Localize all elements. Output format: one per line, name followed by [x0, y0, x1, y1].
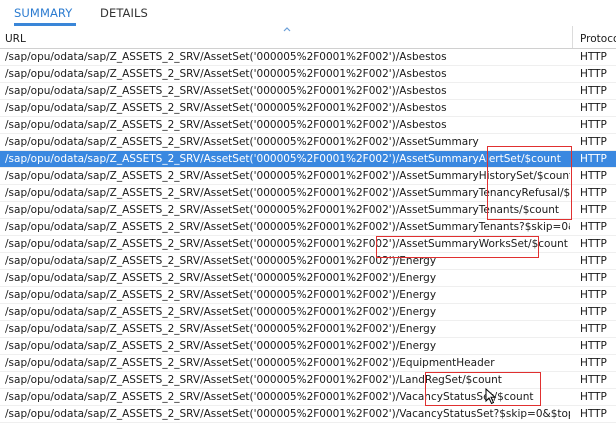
table-row[interactable]: /sap/opu/odata/sap/Z_ASSETS_2_SRV/AssetS… [0, 236, 616, 253]
protocol-cell: HTTP [580, 408, 607, 420]
url-cell: /sap/opu/odata/sap/Z_ASSETS_2_SRV/AssetS… [5, 323, 437, 335]
tab-summary[interactable]: SUMMARY [14, 0, 76, 26]
table-row[interactable]: /sap/opu/odata/sap/Z_ASSETS_2_SRV/AssetS… [0, 389, 616, 406]
protocol-cell: HTTP [580, 340, 607, 352]
table-row[interactable]: /sap/opu/odata/sap/Z_ASSETS_2_SRV/AssetS… [0, 321, 616, 338]
url-cell: /sap/opu/odata/sap/Z_ASSETS_2_SRV/AssetS… [5, 238, 568, 250]
url-cell: /sap/opu/odata/sap/Z_ASSETS_2_SRV/AssetS… [5, 102, 447, 114]
table-row[interactable]: /sap/opu/odata/sap/Z_ASSETS_2_SRV/AssetS… [0, 406, 616, 423]
url-cell: /sap/opu/odata/sap/Z_ASSETS_2_SRV/AssetS… [5, 51, 447, 63]
table-row[interactable]: /sap/opu/odata/sap/Z_ASSETS_2_SRV/AssetS… [0, 168, 616, 185]
table-row[interactable]: /sap/opu/odata/sap/Z_ASSETS_2_SRV/AssetS… [0, 117, 616, 134]
table-row[interactable]: /sap/opu/odata/sap/Z_ASSETS_2_SRV/AssetS… [0, 372, 616, 389]
mouse-pointer-icon [485, 388, 497, 405]
protocol-cell: HTTP [580, 357, 607, 369]
table-row[interactable]: /sap/opu/odata/sap/Z_ASSETS_2_SRV/AssetS… [0, 219, 616, 236]
url-cell: /sap/opu/odata/sap/Z_ASSETS_2_SRV/AssetS… [5, 289, 437, 301]
table-row[interactable]: /sap/opu/odata/sap/Z_ASSETS_2_SRV/AssetS… [0, 134, 616, 151]
tab-bar: SUMMARY DETAILS [0, 0, 616, 26]
protocol-cell: HTTP [580, 85, 607, 97]
table-row[interactable]: /sap/opu/odata/sap/Z_ASSETS_2_SRV/AssetS… [0, 287, 616, 304]
table-row[interactable]: /sap/opu/odata/sap/Z_ASSETS_2_SRV/AssetS… [0, 338, 616, 355]
table-body: /sap/opu/odata/sap/Z_ASSETS_2_SRV/AssetS… [0, 49, 616, 423]
url-cell: /sap/opu/odata/sap/Z_ASSETS_2_SRV/AssetS… [5, 85, 447, 97]
column-header-url[interactable]: URL [5, 33, 26, 45]
protocol-cell: HTTP [580, 119, 607, 131]
table-row[interactable]: /sap/opu/odata/sap/Z_ASSETS_2_SRV/AssetS… [0, 66, 616, 83]
column-divider[interactable] [572, 26, 573, 48]
protocol-cell: HTTP [580, 51, 607, 63]
protocol-cell: HTTP [580, 323, 607, 335]
protocol-cell: HTTP [580, 272, 607, 284]
url-cell: /sap/opu/odata/sap/Z_ASSETS_2_SRV/AssetS… [5, 408, 570, 420]
protocol-cell: HTTP [580, 153, 607, 165]
url-cell: /sap/opu/odata/sap/Z_ASSETS_2_SRV/AssetS… [5, 136, 479, 148]
url-cell: /sap/opu/odata/sap/Z_ASSETS_2_SRV/AssetS… [5, 119, 447, 131]
table-row[interactable]: /sap/opu/odata/sap/Z_ASSETS_2_SRV/AssetS… [0, 151, 616, 168]
protocol-cell: HTTP [580, 187, 607, 199]
protocol-cell: HTTP [580, 255, 607, 267]
table-row[interactable]: /sap/opu/odata/sap/Z_ASSETS_2_SRV/AssetS… [0, 83, 616, 100]
url-cell: /sap/opu/odata/sap/Z_ASSETS_2_SRV/AssetS… [5, 306, 437, 318]
url-cell: /sap/opu/odata/sap/Z_ASSETS_2_SRV/AssetS… [5, 204, 559, 216]
protocol-cell: HTTP [580, 391, 607, 403]
table-row[interactable]: /sap/opu/odata/sap/Z_ASSETS_2_SRV/AssetS… [0, 270, 616, 287]
protocol-cell: HTTP [580, 204, 607, 216]
protocol-cell: HTTP [580, 306, 607, 318]
column-header-protocol[interactable]: Protocol [580, 33, 616, 45]
protocol-cell: HTTP [580, 238, 607, 250]
url-cell: /sap/opu/odata/sap/Z_ASSETS_2_SRV/AssetS… [5, 340, 437, 352]
url-cell: /sap/opu/odata/sap/Z_ASSETS_2_SRV/AssetS… [5, 357, 495, 369]
table-row[interactable]: /sap/opu/odata/sap/Z_ASSETS_2_SRV/AssetS… [0, 304, 616, 321]
table-header: URL Protocol [0, 26, 616, 49]
table-row[interactable]: /sap/opu/odata/sap/Z_ASSETS_2_SRV/AssetS… [0, 355, 616, 372]
url-cell: /sap/opu/odata/sap/Z_ASSETS_2_SRV/AssetS… [5, 170, 570, 182]
protocol-cell: HTTP [580, 289, 607, 301]
url-cell: /sap/opu/odata/sap/Z_ASSETS_2_SRV/AssetS… [5, 272, 437, 284]
protocol-cell: HTTP [580, 374, 607, 386]
url-cell: /sap/opu/odata/sap/Z_ASSETS_2_SRV/AssetS… [5, 255, 437, 267]
url-cell: /sap/opu/odata/sap/Z_ASSETS_2_SRV/AssetS… [5, 153, 561, 165]
chevron-up-icon[interactable] [283, 26, 291, 32]
protocol-cell: HTTP [580, 221, 607, 233]
table-row[interactable]: /sap/opu/odata/sap/Z_ASSETS_2_SRV/AssetS… [0, 185, 616, 202]
tab-details[interactable]: DETAILS [100, 0, 148, 26]
url-cell: /sap/opu/odata/sap/Z_ASSETS_2_SRV/AssetS… [5, 187, 570, 199]
request-table: URL Protocol /sap/opu/odata/sap/Z_ASSETS… [0, 26, 616, 433]
protocol-cell: HTTP [580, 136, 607, 148]
table-row[interactable]: /sap/opu/odata/sap/Z_ASSETS_2_SRV/AssetS… [0, 202, 616, 219]
table-row[interactable]: /sap/opu/odata/sap/Z_ASSETS_2_SRV/AssetS… [0, 253, 616, 270]
protocol-cell: HTTP [580, 68, 607, 80]
protocol-cell: HTTP [580, 170, 607, 182]
table-row[interactable]: /sap/opu/odata/sap/Z_ASSETS_2_SRV/AssetS… [0, 49, 616, 66]
url-cell: /sap/opu/odata/sap/Z_ASSETS_2_SRV/AssetS… [5, 68, 447, 80]
protocol-cell: HTTP [580, 102, 607, 114]
url-cell: /sap/opu/odata/sap/Z_ASSETS_2_SRV/AssetS… [5, 221, 570, 233]
url-cell: /sap/opu/odata/sap/Z_ASSETS_2_SRV/AssetS… [5, 374, 502, 386]
table-row[interactable]: /sap/opu/odata/sap/Z_ASSETS_2_SRV/AssetS… [0, 100, 616, 117]
